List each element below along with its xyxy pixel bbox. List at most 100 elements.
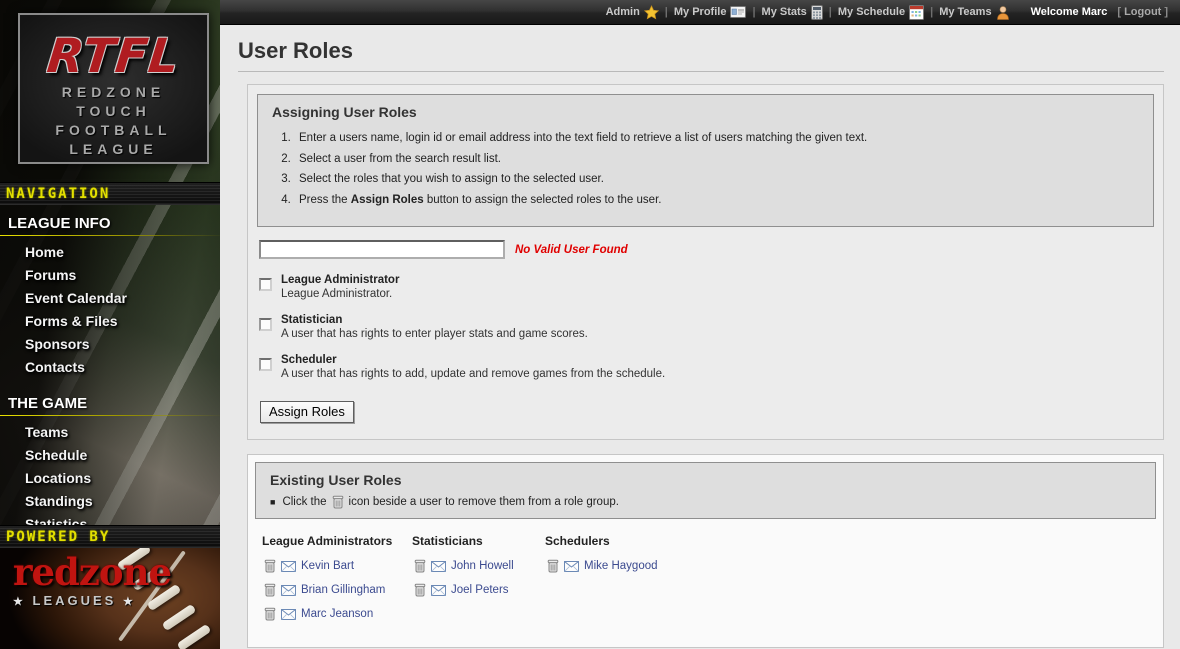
assign-roles-button[interactable]: Assign Roles bbox=[260, 401, 354, 423]
user-row: Kevin Bart bbox=[264, 559, 412, 573]
remove-user-trash-icon[interactable] bbox=[264, 583, 276, 597]
sidebar-menu: LEAGUE INFO Home Forums Event Calendar F… bbox=[0, 207, 220, 536]
user-row: John Howell bbox=[414, 559, 545, 573]
league-administrator-checkbox[interactable] bbox=[259, 278, 272, 291]
logout-link[interactable]: Logout bbox=[1121, 6, 1164, 18]
role-label: Statistician bbox=[281, 314, 588, 326]
rtfl-logo-line: FOOTBALL bbox=[20, 121, 207, 140]
redzone-leagues-logo[interactable]: redzone ★ LEAGUES ★ bbox=[0, 552, 220, 608]
redzone-leagues-text: ★ LEAGUES ★ bbox=[13, 593, 220, 608]
yellow-underline bbox=[0, 415, 220, 416]
sidebar-item-forums[interactable]: Forums bbox=[0, 264, 220, 287]
remove-user-trash-icon[interactable] bbox=[264, 607, 276, 621]
assigning-instructions-box: Assigning User Roles Enter a users name,… bbox=[257, 94, 1154, 227]
email-icon[interactable] bbox=[431, 585, 446, 596]
topbar-item-my-stats[interactable]: My Stats bbox=[757, 5, 828, 20]
search-status-text: No Valid User Found bbox=[515, 244, 628, 256]
scheduler-checkbox[interactable] bbox=[259, 358, 272, 371]
sidebar-item-sponsors[interactable]: Sponsors bbox=[0, 333, 220, 356]
role-description: A user that has rights to add, update an… bbox=[281, 368, 665, 380]
user-link[interactable]: Kevin Bart bbox=[301, 560, 354, 572]
user-link[interactable]: Brian Gillingham bbox=[301, 584, 385, 596]
rtfl-logo-line: TOUCH bbox=[20, 102, 207, 121]
yellow-underline bbox=[0, 235, 220, 236]
role-option-scheduler: Scheduler A user that has rights to add,… bbox=[259, 354, 1154, 380]
role-label: Scheduler bbox=[281, 354, 665, 366]
menu-section-the-game: THE GAME bbox=[0, 387, 220, 415]
email-icon[interactable] bbox=[564, 561, 579, 572]
rtfl-logo[interactable]: RTFL REDZONE TOUCH FOOTBALL LEAGUE bbox=[18, 13, 209, 164]
user-link[interactable]: Mike Haygood bbox=[584, 560, 658, 572]
topbar-item-label: My Profile bbox=[674, 6, 727, 18]
email-icon[interactable] bbox=[431, 561, 446, 572]
topbar-item-my-profile[interactable]: My Profile bbox=[669, 6, 752, 18]
role-label: League Administrator bbox=[281, 274, 399, 286]
divider bbox=[238, 71, 1164, 72]
group-title: League Administrators bbox=[262, 534, 412, 548]
user-row: Brian Gillingham bbox=[264, 583, 412, 597]
existing-heading: Existing User Roles bbox=[270, 472, 1143, 488]
sidebar-item-standings[interactable]: Standings bbox=[0, 490, 220, 513]
role-description: A user that has rights to enter player s… bbox=[281, 328, 588, 340]
role-option-statistician: Statistician A user that has rights to e… bbox=[259, 314, 1154, 340]
existing-user-roles-panel: Existing User Roles ■ Click the icon bes… bbox=[247, 454, 1164, 648]
user-search-input[interactable] bbox=[259, 240, 505, 259]
group-statisticians: Statisticians John Howell Joel Peters bbox=[412, 534, 545, 631]
page-title: User Roles bbox=[238, 38, 1164, 64]
instruction-step: Enter a users name, login id or email ad… bbox=[294, 131, 1141, 147]
redzone-brand-text: redzone bbox=[13, 552, 220, 592]
powered-by-banner: POWERED BY bbox=[0, 525, 220, 548]
user-link[interactable]: John Howell bbox=[451, 560, 514, 572]
square-bullet: ■ bbox=[270, 497, 275, 507]
assign-roles-form: No Valid User Found League Administrator… bbox=[257, 227, 1154, 430]
topbar-item-label: My Stats bbox=[762, 6, 807, 18]
rtfl-logo-line: LEAGUE bbox=[20, 140, 207, 159]
assigning-user-roles-panel: Assigning User Roles Enter a users name,… bbox=[247, 84, 1164, 440]
sidebar-item-home[interactable]: Home bbox=[0, 241, 220, 264]
group-schedulers: Schedulers Mike Haygood bbox=[545, 534, 658, 631]
topbar-item-admin[interactable]: Admin bbox=[601, 5, 664, 20]
star-icon: ★ bbox=[123, 596, 136, 608]
group-title: Schedulers bbox=[545, 534, 658, 548]
sidebar-item-teams[interactable]: Teams bbox=[0, 421, 220, 444]
topbar: Admin | My Profile | My Stats | My Sched… bbox=[220, 0, 1180, 25]
topbar-item-my-teams[interactable]: My Teams bbox=[934, 5, 1014, 20]
statistician-checkbox[interactable] bbox=[259, 318, 272, 331]
remove-user-trash-icon[interactable] bbox=[414, 559, 426, 573]
calendar-icon bbox=[909, 5, 924, 20]
sidebar-item-contacts[interactable]: Contacts bbox=[0, 356, 220, 379]
sidebar-item-event-calendar[interactable]: Event Calendar bbox=[0, 287, 220, 310]
email-icon[interactable] bbox=[281, 561, 296, 572]
group-title: Statisticians bbox=[412, 534, 545, 548]
sidebar-item-schedule[interactable]: Schedule bbox=[0, 444, 220, 467]
user-row: Joel Peters bbox=[414, 583, 545, 597]
topbar-item-my-schedule[interactable]: My Schedule bbox=[833, 5, 929, 20]
instruction-steps: Enter a users name, login id or email ad… bbox=[294, 131, 1141, 208]
instruction-step: Select a user from the search result lis… bbox=[294, 152, 1141, 168]
email-icon[interactable] bbox=[281, 609, 296, 620]
instruction-step: Press the Assign Roles button to assign … bbox=[294, 193, 1141, 209]
assigning-heading: Assigning User Roles bbox=[272, 104, 1141, 120]
menu-section-league-info: LEAGUE INFO bbox=[0, 207, 220, 235]
remove-user-trash-icon[interactable] bbox=[264, 559, 276, 573]
existing-instructions-box: Existing User Roles ■ Click the icon bes… bbox=[255, 462, 1156, 519]
sidebar-item-forms-files[interactable]: Forms & Files bbox=[0, 310, 220, 333]
trash-icon bbox=[332, 495, 344, 509]
user-link[interactable]: Joel Peters bbox=[451, 584, 509, 596]
topbar-item-label: Admin bbox=[606, 6, 640, 18]
group-league-administrators: League Administrators Kevin Bart Brian G… bbox=[262, 534, 412, 631]
welcome-text: Welcome Marc bbox=[1031, 6, 1108, 18]
role-description: League Administrator. bbox=[281, 288, 399, 300]
user-link[interactable]: Marc Jeanson bbox=[301, 608, 373, 620]
role-option-league-administrator: League Administrator League Administrato… bbox=[259, 274, 1154, 300]
sidebar-item-locations[interactable]: Locations bbox=[0, 467, 220, 490]
remove-user-trash-icon[interactable] bbox=[547, 559, 559, 573]
role-groups: League Administrators Kevin Bart Brian G… bbox=[255, 519, 1156, 643]
user-icon bbox=[996, 5, 1010, 20]
logout-group: [Logout] bbox=[1117, 6, 1168, 18]
sidebar: RTFL REDZONE TOUCH FOOTBALL LEAGUE NAVIG… bbox=[0, 0, 220, 649]
email-icon[interactable] bbox=[281, 585, 296, 596]
calculator-icon bbox=[811, 5, 823, 20]
remove-user-trash-icon[interactable] bbox=[414, 583, 426, 597]
main-content: User Roles Assigning User Roles Enter a … bbox=[220, 25, 1180, 649]
